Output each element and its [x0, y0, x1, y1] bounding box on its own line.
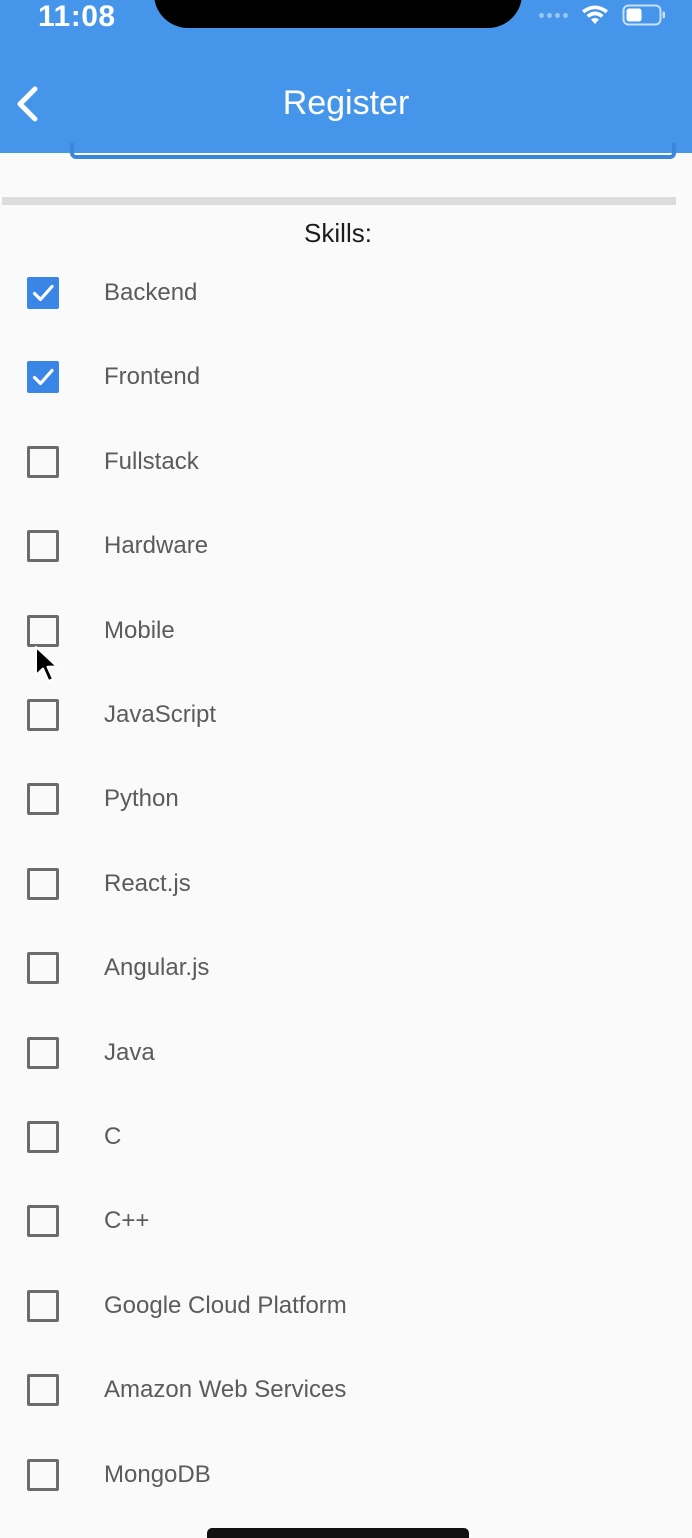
skill-option[interactable]: Mobile: [0, 601, 692, 661]
skill-checkbox[interactable]: [27, 1205, 59, 1238]
skill-label: Angular.js: [104, 954, 210, 982]
skill-checkbox[interactable]: [27, 530, 59, 563]
skill-label: Amazon Web Services: [104, 1376, 347, 1404]
skill-option[interactable]: Fullstack: [0, 432, 692, 492]
section-divider: [2, 197, 676, 205]
skill-option[interactable]: Backend: [0, 263, 692, 323]
skill-label: Mobile: [104, 616, 175, 644]
skill-label: MongoDB: [104, 1460, 211, 1488]
skill-checkbox[interactable]: [27, 361, 59, 394]
mouse-pointer-icon: [35, 646, 58, 682]
skill-label: Frontend: [104, 363, 201, 391]
skill-checkbox[interactable]: [27, 445, 59, 478]
wifi-icon: [582, 5, 608, 24]
skill-checkbox[interactable]: [27, 1036, 59, 1069]
text-field[interactable]: [70, 143, 676, 159]
skill-label: C++: [104, 1207, 150, 1235]
skill-option[interactable]: MongoDB: [0, 1445, 692, 1505]
skill-label: Backend: [104, 279, 198, 306]
skill-label: Google Cloud Platform: [104, 1291, 347, 1319]
status-icons: [539, 4, 666, 26]
skills-heading: Skills:: [304, 218, 372, 248]
skill-label: Java: [104, 1038, 155, 1066]
skill-option[interactable]: C++: [0, 1191, 692, 1251]
skill-option[interactable]: Frontend: [0, 347, 692, 407]
skill-option[interactable]: C: [0, 1107, 692, 1167]
app-bar: 11:08 Register: [0, 0, 692, 153]
checkmark-icon: [32, 369, 54, 386]
skill-checkbox[interactable]: [27, 614, 59, 647]
skill-option[interactable]: Angular.js: [0, 938, 692, 998]
skill-checkbox[interactable]: [27, 277, 59, 309]
cellular-signal-icon: [539, 12, 568, 18]
skill-label: React.js: [104, 869, 191, 897]
skill-label: Fullstack: [104, 447, 199, 475]
home-indicator: [207, 1528, 469, 1538]
skill-checkbox[interactable]: [27, 867, 59, 900]
skill-option[interactable]: Python: [0, 769, 692, 829]
page-title: Register: [282, 84, 410, 122]
skill-label: C: [104, 1123, 122, 1150]
skill-label: JavaScript: [104, 701, 217, 728]
skill-checkbox[interactable]: [27, 1289, 59, 1322]
checkmark-icon: [32, 284, 54, 302]
skill-checkbox[interactable]: [27, 1458, 59, 1491]
skill-checkbox[interactable]: [27, 1374, 59, 1407]
skill-option[interactable]: Hardware: [0, 516, 692, 576]
skill-label: Hardware: [104, 532, 209, 560]
device-notch: [154, 0, 522, 28]
skill-checkbox[interactable]: [27, 952, 59, 985]
skill-checkbox[interactable]: [27, 783, 59, 816]
skill-checkbox[interactable]: [27, 1121, 59, 1153]
status-time: 11:08: [38, 0, 116, 33]
skill-label: Python: [104, 785, 179, 813]
skill-checkbox[interactable]: [27, 699, 59, 731]
skill-option[interactable]: React.js: [0, 854, 692, 914]
skill-option[interactable]: JavaScript: [0, 685, 692, 745]
skill-option[interactable]: Amazon Web Services: [0, 1360, 692, 1420]
battery-icon: [622, 4, 665, 26]
skill-option[interactable]: Java: [0, 1023, 692, 1083]
skill-option[interactable]: Google Cloud Platform: [0, 1276, 692, 1336]
